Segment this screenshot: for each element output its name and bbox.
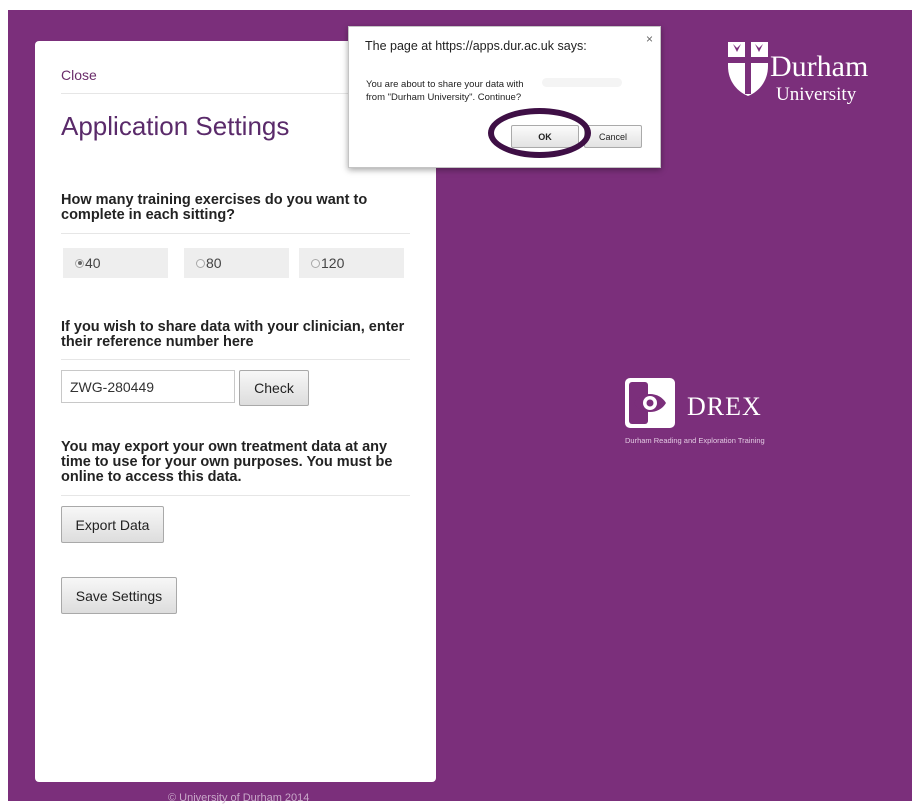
- radio-label: 80: [206, 255, 222, 271]
- clinician-reference-input[interactable]: [61, 370, 235, 403]
- close-link[interactable]: Close: [61, 67, 97, 83]
- radio-option-40[interactable]: 40: [63, 248, 168, 278]
- dialog-message-line: You are about to share your data with: [366, 79, 524, 90]
- check-button[interactable]: Check: [239, 370, 309, 406]
- drex-wordmark: DREX: [687, 392, 762, 421]
- radio-label: 40: [85, 255, 101, 271]
- shield-icon: [728, 42, 768, 96]
- cancel-button[interactable]: Cancel: [584, 125, 642, 148]
- close-icon[interactable]: ×: [646, 32, 653, 46]
- drex-logo: DREX Durham Reading and Exploration Trai…: [625, 378, 785, 448]
- export-heading: You may export your own treatment data a…: [61, 439, 393, 485]
- drex-tagline: Durham Reading and Exploration Training: [625, 436, 765, 445]
- confirm-dialog: The page at https://apps.dur.ac.uk says:…: [348, 26, 661, 168]
- save-settings-button[interactable]: Save Settings: [61, 577, 177, 614]
- radio-label: 120: [321, 255, 345, 271]
- divider: [61, 495, 410, 496]
- redaction-mark: [542, 78, 622, 87]
- clinician-heading: If you wish to share data with your clin…: [61, 319, 405, 350]
- divider: [61, 233, 410, 234]
- dialog-message-line: from "Durham University". Continue?: [366, 92, 522, 103]
- page-title: Application Settings: [61, 111, 290, 141]
- export-data-button[interactable]: Export Data: [61, 506, 164, 543]
- radio-option-80[interactable]: 80: [184, 248, 289, 278]
- exercises-heading: How many training exercises do you want …: [61, 192, 368, 223]
- durham-wordmark: Durham: [770, 50, 869, 83]
- radio-selected-icon[interactable]: [75, 258, 84, 268]
- dialog-title: The page at https://apps.dur.ac.uk says:: [365, 39, 587, 53]
- durham-university-logo: Durham University: [724, 38, 890, 118]
- ok-button[interactable]: OK: [511, 125, 579, 148]
- eye-icon: [625, 378, 675, 428]
- radio-option-120[interactable]: 120: [299, 248, 404, 278]
- dialog-message: You are about to share your data with fr…: [366, 78, 524, 104]
- divider: [61, 359, 410, 360]
- footer-copyright: © University of Durham 2014: [168, 792, 310, 804]
- radio-unselected-icon[interactable]: [196, 258, 205, 268]
- radio-unselected-icon[interactable]: [311, 258, 320, 268]
- durham-subtitle: University: [776, 84, 857, 105]
